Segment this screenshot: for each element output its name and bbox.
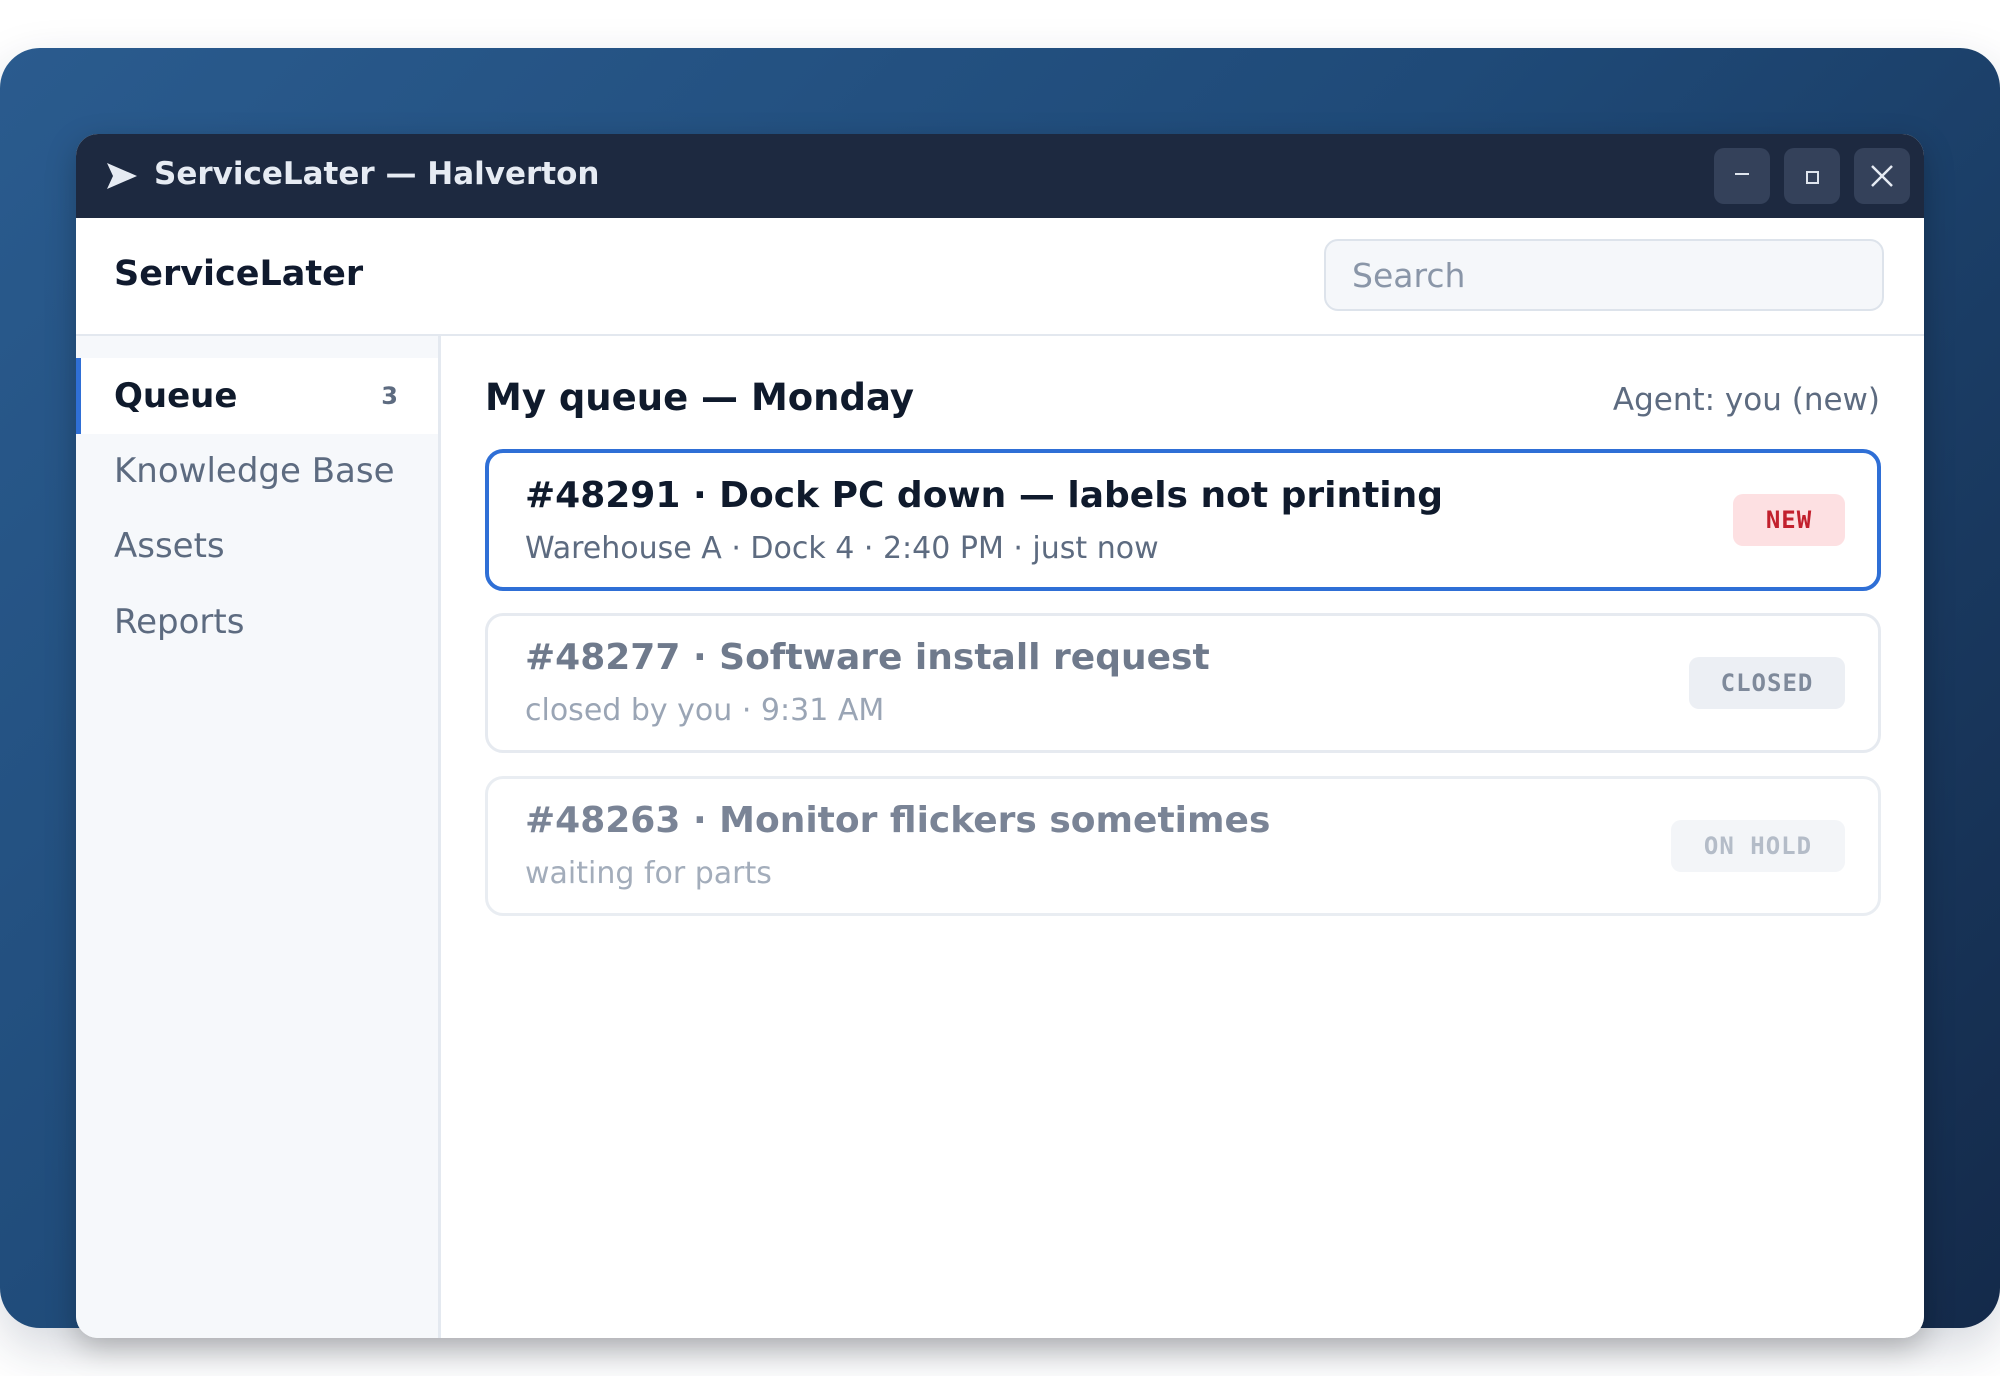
search-input[interactable]	[1324, 239, 1884, 311]
window-title: ServiceLater — Halverton	[154, 156, 600, 192]
app-header: ServiceLater	[76, 218, 1924, 336]
ticket-card[interactable]: #48277 · Software install request closed…	[485, 613, 1881, 753]
sidebar-item-assets[interactable]: Assets	[76, 508, 438, 584]
status-badge: NEW	[1733, 494, 1845, 546]
sidebar-item-label: Queue	[114, 376, 238, 416]
app-window: ServiceLater — Halverton ServiceLater Se…	[76, 134, 1924, 1338]
ticket-title: #48291 · Dock PC down — labels not print…	[525, 475, 1444, 516]
sidebar-item-reports[interactable]: Reports	[76, 584, 438, 660]
sidebar-item-label: Knowledge Base	[114, 451, 395, 491]
minimize-icon	[1735, 173, 1749, 175]
ticket-subtitle: closed by you · 9:31 AM	[525, 693, 885, 728]
agent-label: Agent: you (new)	[1612, 382, 1880, 418]
ticket-title: #48263 · Monitor flickers sometimes	[525, 800, 1271, 841]
sidebar-item-label: Assets	[114, 526, 225, 566]
ticket-card[interactable]: #48291 · Dock PC down — labels not print…	[485, 449, 1881, 591]
ticket-card[interactable]: #48263 · Monitor flickers sometimes wait…	[485, 776, 1881, 916]
ticket-subtitle: Warehouse A · Dock 4 · 2:40 PM · just no…	[525, 531, 1159, 566]
status-badge: ON HOLD	[1671, 820, 1845, 872]
queue-count-badge: 3	[381, 382, 398, 410]
sidebar-item-queue[interactable]: Queue 3	[76, 358, 438, 434]
desktop-background: ServiceLater — Halverton ServiceLater Se…	[0, 48, 2000, 1338]
ticket-subtitle: waiting for parts	[525, 856, 772, 891]
paper-plane-icon	[107, 163, 137, 189]
sidebar: Queue 3 Knowledge Base Assets Reports	[76, 336, 441, 1338]
ticket-title: #48277 · Software install request	[525, 637, 1210, 678]
close-icon	[1871, 165, 1893, 187]
maximize-icon	[1806, 171, 1819, 184]
maximize-button[interactable]	[1784, 148, 1840, 204]
minimize-button[interactable]	[1714, 148, 1770, 204]
status-badge: CLOSED	[1689, 657, 1845, 709]
title-bar: ServiceLater — Halverton	[76, 134, 1924, 218]
main-content: My queue — Monday Agent: you (new) #4829…	[441, 336, 1924, 1338]
page-title: My queue — Monday	[485, 376, 914, 419]
sidebar-item-knowledge-base[interactable]: Knowledge Base	[76, 433, 438, 509]
close-button[interactable]	[1854, 148, 1910, 204]
brand-name: ServiceLater	[114, 254, 364, 294]
sidebar-item-label: Reports	[114, 602, 245, 642]
